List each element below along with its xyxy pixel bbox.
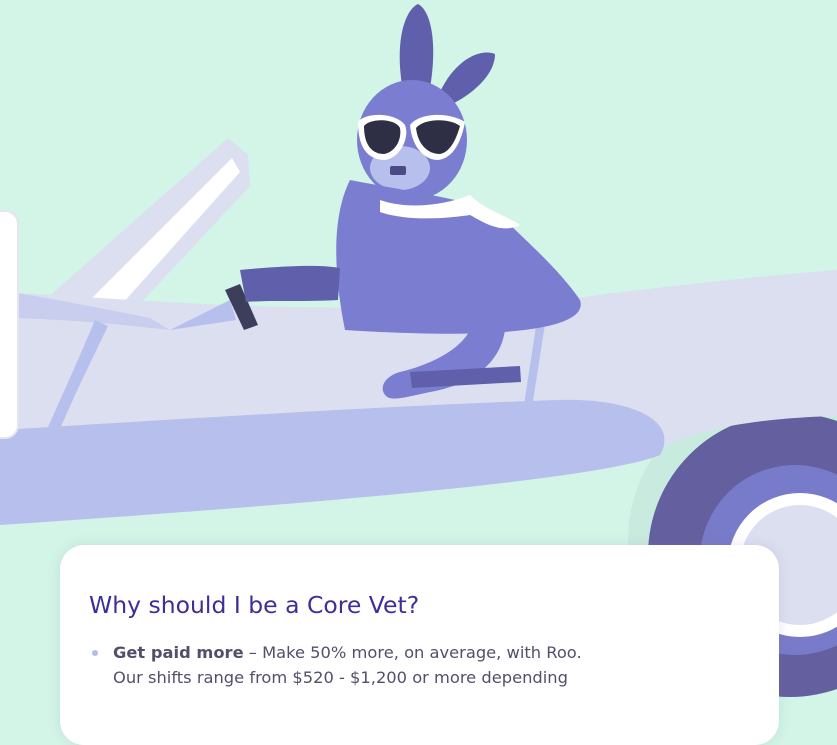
left-side-panel	[0, 210, 19, 439]
benefit-text-line2: Our shifts range from $520 - $1,200 or m…	[113, 668, 568, 687]
benefit-item-get-paid-more: Get paid more – Make 50% more, on averag…	[89, 640, 769, 690]
benefit-list: Get paid more – Make 50% more, on averag…	[89, 640, 769, 690]
card-title: Why should I be a Core Vet?	[89, 591, 420, 619]
benefit-text-line1: – Make 50% more, on average, with Roo.	[243, 643, 582, 662]
benefit-strong-label: Get paid more	[113, 643, 244, 662]
core-vet-info-card: Why should I be a Core Vet? Get paid mor…	[60, 545, 779, 745]
bullet-icon	[92, 650, 98, 656]
